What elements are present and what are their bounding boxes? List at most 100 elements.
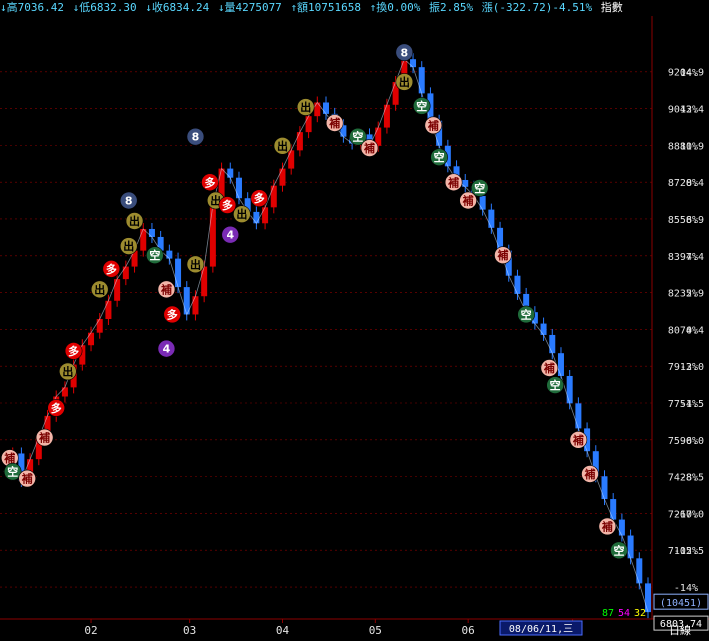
signal-counter: 32 (634, 608, 646, 619)
signal-buy-label: 補 (447, 175, 459, 189)
candle-body (105, 300, 112, 320)
candle-body (618, 519, 625, 536)
candle-body (235, 177, 242, 199)
signal-long-label: 多 (68, 344, 79, 358)
signal-buy-label: 補 (21, 472, 33, 486)
x-tick-label: 02 (84, 624, 97, 637)
candle-body (175, 258, 182, 288)
price-tick-label: 8558.9 (668, 215, 704, 226)
candle-body (557, 353, 564, 376)
price-tick-label: 9204.9 (668, 68, 704, 79)
candle-body (549, 334, 556, 354)
price-tick-label: 7590.0 (668, 436, 704, 447)
candle-body (323, 102, 329, 114)
signal-buy-label: 補 (427, 118, 439, 132)
candle-body (192, 296, 199, 315)
candle-body (514, 275, 521, 294)
signal-count-label: 8 (125, 194, 133, 207)
quote-header-bar: ↓高7036.42 ↓低6832.30 ↓收6834.24 ↓量4275077 … (0, 0, 709, 16)
price-tick-label: 7267.0 (668, 509, 704, 520)
signal-buy-label: 補 (583, 467, 595, 481)
signal-exit-label: 出 (399, 75, 410, 89)
candle-body (96, 319, 103, 333)
candle-body (148, 228, 155, 237)
signal-short-label: 空 (434, 150, 445, 164)
candle-body (227, 168, 234, 178)
candle-body (201, 266, 208, 297)
candle-body (114, 279, 121, 301)
signal-buy-label: 補 (3, 451, 15, 465)
signal-exit-label: 出 (94, 282, 105, 296)
signal-buy-label: 補 (572, 433, 584, 447)
candle-body (270, 185, 277, 208)
date-label-text: 08/06/11,三 (509, 624, 573, 635)
candle-body (610, 499, 617, 520)
percent-tick-label: -14% (674, 583, 698, 594)
candle-body (462, 179, 469, 187)
quote-volume: ↓量4275077 (217, 1, 282, 14)
signal-long-label: 多 (167, 307, 178, 321)
signal-count-label: 8 (400, 46, 408, 59)
candle-body (314, 102, 321, 117)
signal-counter: 54 (618, 608, 630, 619)
candle-body (61, 387, 68, 397)
candle-body (410, 59, 417, 68)
x-tick-label: 06 (462, 624, 475, 637)
signal-exit-label: 出 (277, 139, 288, 153)
candle-body (262, 207, 269, 224)
candle-body (566, 375, 573, 404)
candle-body (601, 476, 608, 500)
signal-short-label: 空 (416, 99, 427, 113)
signal-counter: 87 (602, 608, 614, 619)
candle-body (209, 205, 216, 267)
signal-count-label: 4 (163, 343, 171, 356)
quote-low: ↓低6832.30 (72, 1, 137, 14)
signal-buy-label: 補 (601, 519, 613, 533)
price-tick-label: 7105.5 (668, 546, 704, 557)
signal-buy-label: 補 (328, 116, 340, 130)
signal-long-label: 多 (204, 175, 215, 189)
candle-body (288, 150, 295, 169)
price-tick-label: 8881.9 (668, 141, 704, 152)
candle-body (140, 228, 147, 251)
signal-exit-label: 出 (300, 100, 311, 114)
candle-body (88, 332, 95, 346)
signal-buy-label: 補 (462, 193, 474, 207)
price-tick-label: 8235.9 (668, 289, 704, 300)
signal-exit-label: 出 (190, 257, 201, 271)
signal-buy-label: 補 (543, 361, 555, 375)
price-tick-label: 7428.5 (668, 473, 704, 484)
signal-long-label: 多 (51, 401, 62, 415)
signal-exit-label: 出 (123, 239, 134, 253)
signal-exit-label: 出 (62, 364, 73, 378)
candle-body (636, 558, 643, 584)
signal-short-label: 空 (149, 248, 160, 262)
signal-long-label: 多 (254, 191, 265, 205)
price-tick-label: 8397.4 (668, 252, 704, 263)
signal-long-label: 多 (106, 262, 117, 276)
candle-body (383, 104, 390, 128)
candle-body (166, 250, 173, 259)
candle-body (418, 67, 425, 94)
candle-body (122, 266, 129, 280)
quote-amount: ↑額10751658 (290, 1, 362, 14)
x-tick-label: 04 (276, 624, 290, 637)
signal-count-label: 4 (226, 229, 234, 242)
x-tick-label: 05 (369, 624, 382, 637)
signal-buy-label: 補 (363, 141, 375, 155)
candle-body (305, 116, 312, 133)
quote-high: ↓高7036.42 (0, 1, 64, 14)
quote-mode: 指數 (600, 1, 623, 14)
price-tick-label: 7751.5 (668, 399, 704, 410)
signal-long-label: 多 (222, 198, 233, 212)
period-label: 日線 (669, 623, 691, 637)
price-chart[interactable]: 14%12%10%8%6%4%2%0%-2%-4%-6%-8%-10%-12%-… (0, 16, 709, 641)
signal-short-label: 空 (550, 378, 561, 392)
quote-close: ↓收6834.24 (145, 1, 210, 14)
x-tick-label: 03 (183, 624, 196, 637)
candle-body (540, 323, 547, 335)
price-tick-label: 8074.4 (668, 325, 704, 336)
signal-buy-label: 補 (38, 431, 50, 445)
price-tick-label: 7913.0 (668, 362, 704, 373)
candle-body (627, 535, 634, 559)
